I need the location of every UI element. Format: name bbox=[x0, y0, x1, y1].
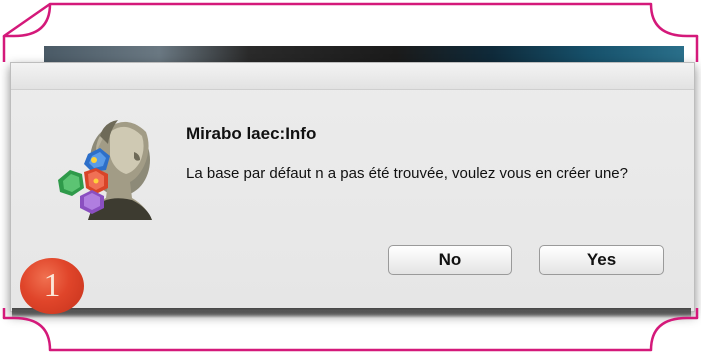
tutorial-frame bbox=[2, 2, 699, 352]
screenshot-stage: Mirabo laec:Info La base par défaut n a … bbox=[0, 0, 701, 354]
